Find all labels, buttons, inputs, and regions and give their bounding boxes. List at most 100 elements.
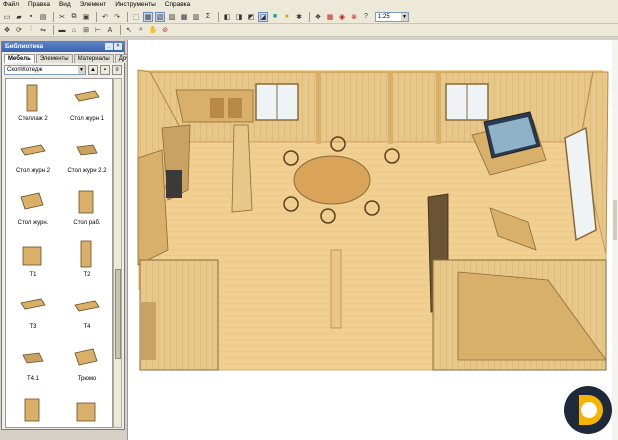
plan-view-icon[interactable]: ▦ [143,11,153,22]
view-icon[interactable]: ▩ [179,12,189,22]
cube-icon[interactable]: ◨ [234,12,244,22]
scrollbar-thumb[interactable] [115,269,121,359]
print-icon[interactable]: ▤ [38,12,48,22]
furniture-thumbnail-icon [24,398,40,422]
render-icon[interactable]: ❖ [313,12,323,22]
tab-furniture[interactable]: Мебель [4,54,35,63]
pan-icon[interactable]: ✋ [148,25,158,35]
library-item[interactable]: Т4.1 [6,339,60,391]
library-item[interactable]: Т4 [60,287,112,339]
library-item[interactable]: Трюмо [60,339,112,391]
toolbar-separator [53,11,54,22]
furniture-thumbnail-icon [74,90,100,102]
chevron-down-icon[interactable]: ▼ [401,12,408,21]
sphere-icon[interactable]: ◉ [337,12,347,22]
library-item[interactable]: Стол журн 2.2 [60,131,112,183]
library-item[interactable]: Стол журн. [6,183,60,235]
library-item[interactable]: Шкаф 1 [60,391,112,427]
scrollbar-thumb[interactable] [613,200,617,240]
move-icon[interactable]: ✥ [2,25,12,35]
furniture-thumbnail-icon [22,246,42,266]
undo-icon[interactable]: ↶ [100,12,110,22]
library-item-label: Т2 [83,272,91,278]
select-icon[interactable]: ⬚ [131,12,141,22]
chevron-down-icon[interactable]: ▼ [78,65,85,74]
zoom-select[interactable]: 1:25 ▼ [375,11,409,22]
library-item-label: Т3 [29,324,37,330]
3d-viewport[interactable] [127,40,618,440]
library-item-label: Стол журн 2.2 [67,168,107,174]
library-item[interactable]: Т3 [6,287,60,339]
view-icon[interactable]: ▨ [167,12,177,22]
cube-icon[interactable]: ◪ [258,11,268,22]
library-item[interactable]: Стол журн 2 [6,131,60,183]
cut-icon[interactable]: ✂ [57,12,67,22]
door-icon[interactable]: ⌂ [69,25,79,35]
help-icon[interactable]: ? [361,12,371,22]
furniture-thumbnail-icon [76,402,96,422]
copy-icon[interactable]: ⧉ [69,12,79,22]
tab-elements[interactable]: Элементы [35,54,73,63]
new-icon[interactable]: ▭ [2,12,12,22]
menu-edit[interactable]: Правка [28,0,50,10]
library-item[interactable]: Т2 [60,235,112,287]
pointer-icon[interactable]: ↖ [124,25,134,35]
cancel-icon[interactable]: ⊗ [349,12,359,22]
redo-icon[interactable]: ↷ [112,12,122,22]
viewport-scrollbar[interactable] [612,40,618,440]
wall-icon[interactable]: ▬ [57,25,67,35]
library-path-select[interactable]: Скоп\Котедж ▼ [4,64,86,75]
menu-help[interactable]: Справка [165,0,191,10]
furniture-thumbnail-icon [20,192,44,210]
measure-icon[interactable]: ⊢ [93,25,103,35]
grid-icon[interactable]: ▦ [325,12,335,22]
cube-icon[interactable]: ◧ [222,12,232,22]
large-icons-view-icon[interactable]: ▪ [100,64,110,75]
open-icon[interactable]: ▰ [14,12,24,22]
delete-icon[interactable]: ⊘ [160,25,170,35]
library-item-label: Стол журн. [17,220,49,226]
library-scrollbar[interactable] [113,78,122,428]
library-item[interactable]: Тумба ТВ [6,391,60,427]
furniture-thumbnail-icon [22,352,44,364]
light-icon[interactable]: ● [282,12,292,22]
close-icon[interactable]: × [114,43,122,50]
mirror-icon[interactable]: ⇋ [38,25,48,35]
align-icon[interactable]: ⫶ [26,25,36,35]
brand-logo [561,383,615,437]
toolbar-separator [127,11,128,22]
cube-icon[interactable]: ■ [270,12,280,22]
sum-icon[interactable]: Σ [203,12,213,22]
list-view-icon[interactable]: ≡ [112,64,122,75]
window-icon[interactable]: ⊞ [81,25,91,35]
library-path-value: Скоп\Котедж [7,66,43,73]
library-item-label: Стол раб. [73,220,101,226]
library-item[interactable]: Стол раб. [60,183,112,235]
tab-materials[interactable]: Материалы [73,54,114,63]
text-icon[interactable]: A [105,25,115,35]
minimize-icon[interactable]: _ [105,43,113,50]
menu-element[interactable]: Элемент [80,0,107,10]
library-item[interactable]: Стеллаж 2 [6,79,60,131]
toolbar-separator [96,11,97,22]
furniture-thumbnail-icon [78,190,94,214]
settings-icon[interactable]: ✱ [294,12,304,22]
3d-view-icon[interactable]: ▧ [155,11,165,22]
folder-up-icon[interactable]: ▲ [88,64,98,75]
toolbar-separator [309,11,310,22]
library-tabs: Мебель Элементы Материалы Другое [2,52,142,63]
furniture-thumbnail-icon [26,84,38,112]
menu-file[interactable]: Файл [3,0,19,10]
rotate-icon[interactable]: ⟳ [14,25,24,35]
library-item-label: Т1 [29,272,37,278]
zoom-icon[interactable]: ⌕ [136,25,146,35]
zoom-value: 1:25 [378,13,390,20]
library-item[interactable]: Стол журн 1 [60,79,112,131]
library-item[interactable]: Т1 [6,235,60,287]
save-icon[interactable]: ▪ [26,12,36,22]
menu-view[interactable]: Вид [59,0,71,10]
paste-icon[interactable]: ▣ [81,12,91,22]
view-icon[interactable]: ▥ [191,12,201,22]
cube-icon[interactable]: ◩ [246,12,256,22]
menu-tools[interactable]: Инструменты [115,0,156,10]
